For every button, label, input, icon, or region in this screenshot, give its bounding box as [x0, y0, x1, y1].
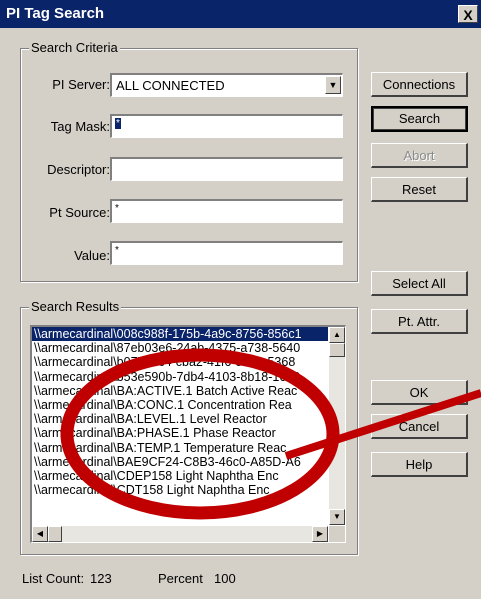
pi-tag-search-window: PI Tag Search X Search Criteria PI Serve…: [0, 0, 481, 599]
red-annotation-overlay: [60, 348, 481, 520]
annotation-circle: [60, 348, 340, 520]
